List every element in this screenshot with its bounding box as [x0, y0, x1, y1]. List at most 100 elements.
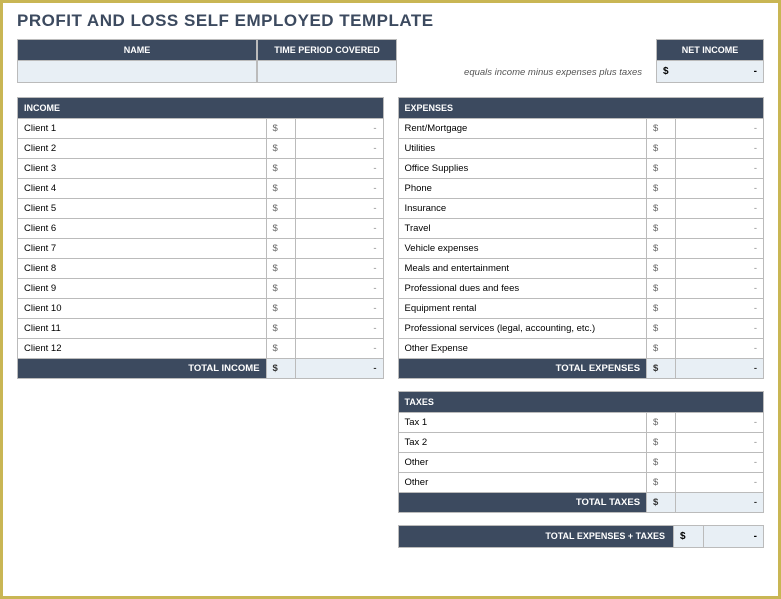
row-value[interactable]: -: [676, 139, 764, 159]
net-income-amount: -: [754, 66, 757, 77]
table-row: Travel$-: [398, 219, 764, 239]
row-value[interactable]: -: [295, 299, 383, 319]
table-row: Professional dues and fees$-: [398, 279, 764, 299]
page-title: PROFIT AND LOSS SELF EMPLOYED TEMPLATE: [17, 11, 764, 31]
row-label[interactable]: Client 8: [18, 259, 267, 279]
currency-symbol: $: [647, 339, 676, 359]
table-row: Client 4$-: [18, 179, 384, 199]
currency-symbol: $: [266, 319, 295, 339]
currency-symbol: $: [266, 239, 295, 259]
row-label[interactable]: Other: [398, 453, 647, 473]
row-label[interactable]: Other Expense: [398, 339, 647, 359]
table-row: Other$-: [398, 453, 764, 473]
table-row: Client 12$-: [18, 339, 384, 359]
row-label[interactable]: Professional dues and fees: [398, 279, 647, 299]
row-label[interactable]: Client 6: [18, 219, 267, 239]
currency-symbol: $: [663, 66, 669, 77]
table-row: Tax 1$-: [398, 413, 764, 433]
table-row: Client 9$-: [18, 279, 384, 299]
row-value[interactable]: -: [676, 119, 764, 139]
taxes-total-label: TOTAL TAXES: [398, 493, 647, 513]
table-row: Phone$-: [398, 179, 764, 199]
currency-symbol: $: [266, 159, 295, 179]
row-label[interactable]: Client 9: [18, 279, 267, 299]
row-label[interactable]: Client 11: [18, 319, 267, 339]
table-row: Professional services (legal, accounting…: [398, 319, 764, 339]
currency-symbol: $: [647, 433, 676, 453]
row-label[interactable]: Travel: [398, 219, 647, 239]
row-label[interactable]: Equipment rental: [398, 299, 647, 319]
row-label[interactable]: Phone: [398, 179, 647, 199]
row-value[interactable]: -: [676, 239, 764, 259]
currency-symbol: $: [647, 493, 676, 513]
row-label[interactable]: Client 7: [18, 239, 267, 259]
row-value[interactable]: -: [295, 319, 383, 339]
grand-total-value: -: [704, 525, 764, 548]
row-value[interactable]: -: [676, 453, 764, 473]
table-row: Client 5$-: [18, 199, 384, 219]
currency-symbol: $: [647, 119, 676, 139]
row-label[interactable]: Client 1: [18, 119, 267, 139]
table-row: Client 11$-: [18, 319, 384, 339]
currency-symbol: $: [647, 279, 676, 299]
row-value[interactable]: -: [676, 219, 764, 239]
currency-symbol: $: [674, 525, 704, 548]
row-label[interactable]: Client 2: [18, 139, 267, 159]
row-value[interactable]: -: [295, 119, 383, 139]
row-value[interactable]: -: [676, 473, 764, 493]
row-value[interactable]: -: [676, 259, 764, 279]
row-value[interactable]: -: [295, 179, 383, 199]
taxes-total-row: TOTAL TAXES $ -: [398, 493, 764, 513]
row-value[interactable]: -: [295, 279, 383, 299]
name-input[interactable]: [17, 61, 257, 83]
currency-symbol: $: [647, 159, 676, 179]
row-label[interactable]: Meals and entertainment: [398, 259, 647, 279]
row-value[interactable]: -: [676, 339, 764, 359]
row-value[interactable]: -: [676, 159, 764, 179]
row-value[interactable]: -: [676, 299, 764, 319]
row-label[interactable]: Vehicle expenses: [398, 239, 647, 259]
row-value[interactable]: -: [676, 413, 764, 433]
expenses-table: EXPENSES Rent/Mortgage$-Utilities$-Offic…: [398, 97, 765, 379]
row-label[interactable]: Client 3: [18, 159, 267, 179]
row-label[interactable]: Client 5: [18, 199, 267, 219]
row-value[interactable]: -: [676, 319, 764, 339]
row-label[interactable]: Utilities: [398, 139, 647, 159]
row-label[interactable]: Client 12: [18, 339, 267, 359]
row-value[interactable]: -: [295, 159, 383, 179]
time-period-input[interactable]: [257, 61, 397, 83]
row-value[interactable]: -: [295, 199, 383, 219]
row-label[interactable]: Rent/Mortgage: [398, 119, 647, 139]
currency-symbol: $: [647, 319, 676, 339]
currency-symbol: $: [647, 179, 676, 199]
row-label[interactable]: Professional services (legal, accounting…: [398, 319, 647, 339]
row-value[interactable]: -: [295, 339, 383, 359]
currency-symbol: $: [266, 259, 295, 279]
table-row: Client 6$-: [18, 219, 384, 239]
row-value[interactable]: -: [295, 239, 383, 259]
table-row: Other$-: [398, 473, 764, 493]
table-row: Other Expense$-: [398, 339, 764, 359]
row-label[interactable]: Office Supplies: [398, 159, 647, 179]
row-label[interactable]: Tax 1: [398, 413, 647, 433]
row-label[interactable]: Other: [398, 473, 647, 493]
table-row: Client 2$-: [18, 139, 384, 159]
row-value[interactable]: -: [295, 139, 383, 159]
row-value[interactable]: -: [676, 433, 764, 453]
expenses-total-row: TOTAL EXPENSES $ -: [398, 359, 764, 379]
row-value[interactable]: -: [295, 259, 383, 279]
row-value[interactable]: -: [676, 199, 764, 219]
row-label[interactable]: Insurance: [398, 199, 647, 219]
row-label[interactable]: Tax 2: [398, 433, 647, 453]
name-header: NAME: [17, 39, 257, 61]
net-income-header: NET INCOME: [656, 39, 764, 61]
row-value[interactable]: -: [676, 179, 764, 199]
row-label[interactable]: Client 4: [18, 179, 267, 199]
expenses-header: EXPENSES: [398, 98, 764, 119]
row-label[interactable]: Client 10: [18, 299, 267, 319]
top-header-row: NAME TIME PERIOD COVERED NET INCOME equa…: [17, 39, 764, 83]
row-value[interactable]: -: [295, 219, 383, 239]
currency-symbol: $: [266, 279, 295, 299]
row-value[interactable]: -: [676, 279, 764, 299]
net-income-value: $ -: [656, 61, 764, 83]
